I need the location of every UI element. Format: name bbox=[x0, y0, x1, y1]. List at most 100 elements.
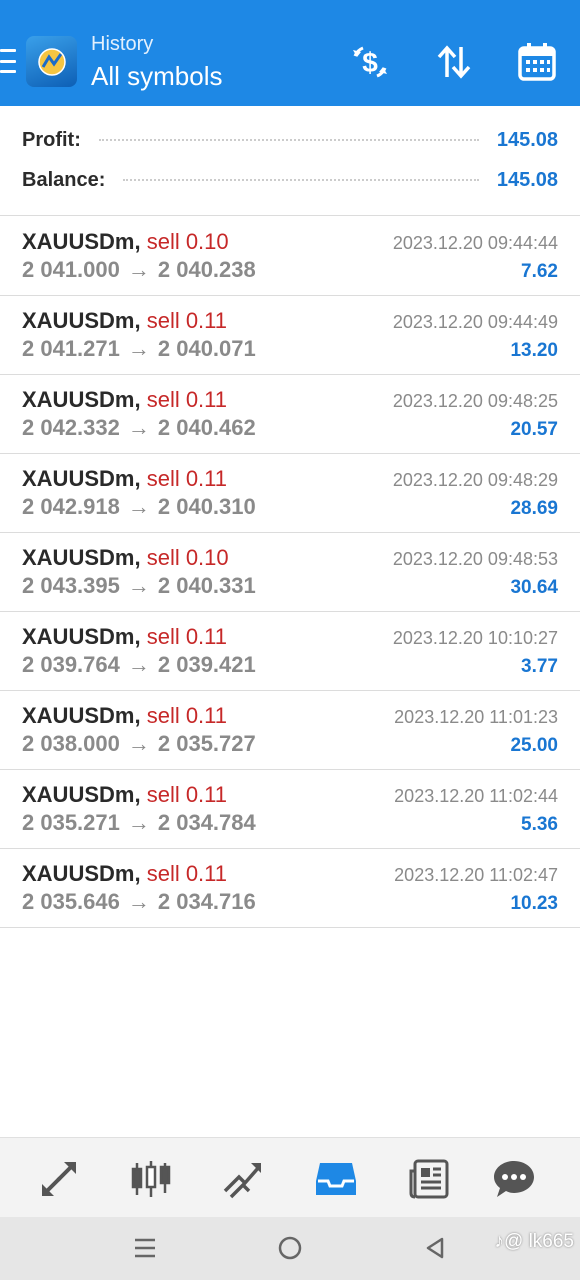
open-price: 2 035.646 bbox=[22, 889, 120, 914]
arrow-icon: → bbox=[127, 810, 150, 835]
deal-row[interactable]: XAUUSDm, sell 0.11 2 038.000 → 2 035.727 2… bbox=[0, 691, 580, 770]
deal-symbol: XAUUSDm, bbox=[22, 545, 141, 570]
deal-time: 2023.12.20 11:02:44 bbox=[394, 786, 558, 806]
close-price: 2 034.716 bbox=[157, 889, 256, 914]
back-icon[interactable] bbox=[420, 1233, 450, 1263]
deal-profit: 3.77 bbox=[521, 656, 558, 677]
close-price: 2 040.071 bbox=[157, 336, 256, 361]
news-icon[interactable] bbox=[406, 1156, 452, 1202]
profit-value: 145.08 bbox=[496, 128, 558, 151]
balance-label: Balance: bbox=[22, 168, 106, 191]
quotes-icon[interactable] bbox=[36, 1156, 82, 1202]
deal-side: sell 0.11 bbox=[146, 466, 228, 491]
arrow-icon: → bbox=[127, 494, 150, 519]
deal-time: 2023.12.20 11:02:47 bbox=[394, 865, 558, 885]
deal-symbol: XAUUSDm, bbox=[22, 387, 141, 412]
close-price: 2 040.462 bbox=[157, 415, 256, 440]
deal-side: sell 0.10 bbox=[146, 545, 229, 570]
deal-profit: 20.57 bbox=[510, 419, 558, 440]
deal-row[interactable]: XAUUSDm, sell 0.10 2 043.395 → 2 040.331 2… bbox=[0, 533, 580, 612]
svg-text:$: $ bbox=[362, 47, 378, 78]
deal-symbol: XAUUSDm, bbox=[22, 308, 141, 333]
open-price: 2 042.918 bbox=[22, 494, 120, 519]
close-price: 2 040.310 bbox=[157, 494, 256, 519]
calendar-icon[interactable] bbox=[515, 40, 559, 84]
arrow-icon: → bbox=[127, 415, 150, 440]
symbol-filter[interactable]: All symbols bbox=[91, 58, 222, 94]
deal-side: sell 0.11 bbox=[146, 624, 228, 649]
arrow-icon: → bbox=[127, 731, 150, 756]
open-price: 2 039.764 bbox=[22, 652, 120, 677]
deal-side: sell 0.11 bbox=[146, 387, 228, 412]
open-price: 2 043.395 bbox=[22, 573, 120, 598]
app-logo-icon bbox=[26, 36, 77, 87]
bottom-navigation bbox=[0, 1137, 580, 1217]
deal-profit: 10.23 bbox=[510, 893, 558, 914]
deal-time: 2023.12.20 09:48:25 bbox=[392, 391, 558, 411]
deal-side: sell 0.11 bbox=[146, 703, 228, 728]
balance-value: 145.08 bbox=[496, 168, 558, 191]
watermark-text: ♪@ lk665 bbox=[494, 1231, 575, 1252]
deal-side: sell 0.11 bbox=[146, 308, 228, 333]
screen-title: History bbox=[91, 33, 154, 55]
close-price: 2 040.238 bbox=[157, 257, 256, 282]
open-price: 2 038.000 bbox=[22, 731, 120, 756]
close-price: 2 039.421 bbox=[157, 652, 256, 677]
arrow-icon: → bbox=[127, 652, 150, 677]
history-icon[interactable] bbox=[313, 1156, 359, 1202]
chart-icon[interactable] bbox=[128, 1156, 174, 1202]
arrow-icon: → bbox=[127, 573, 150, 598]
deal-side: sell 0.11 bbox=[146, 861, 228, 886]
arrow-icon: → bbox=[127, 336, 150, 361]
deal-row[interactable]: XAUUSDm, sell 0.11 2 042.332 → 2 040.462 2… bbox=[0, 375, 580, 454]
arrow-icon: → bbox=[127, 889, 150, 914]
deal-time: 2023.12.20 11:01:23 bbox=[394, 707, 558, 727]
deal-symbol: XAUUSDm, bbox=[22, 229, 141, 254]
dotted-leader bbox=[123, 179, 479, 181]
deal-profit: 25.00 bbox=[510, 735, 558, 756]
close-price: 2 034.784 bbox=[157, 810, 256, 835]
deal-time: 2023.12.20 09:48:29 bbox=[392, 470, 558, 490]
app-screen: History All symbols $ Profit: 145.08 Bal… bbox=[0, 0, 580, 1280]
deal-profit: 30.64 bbox=[510, 577, 558, 598]
balance-row: Balance: 145.08 bbox=[22, 165, 558, 195]
top-bar: History All symbols $ bbox=[0, 0, 580, 106]
deal-time: 2023.12.20 09:44:49 bbox=[392, 312, 558, 332]
close-price: 2 035.727 bbox=[157, 731, 256, 756]
sort-icon[interactable] bbox=[432, 40, 476, 84]
arrow-icon: → bbox=[127, 257, 150, 282]
open-price: 2 035.271 bbox=[22, 810, 120, 835]
deal-profit: 28.69 bbox=[510, 498, 558, 519]
open-price: 2 041.271 bbox=[22, 336, 120, 361]
deal-profit: 7.62 bbox=[521, 261, 558, 282]
deal-symbol: XAUUSDm, bbox=[22, 782, 141, 807]
deal-side: sell 0.10 bbox=[146, 229, 229, 254]
open-price: 2 042.332 bbox=[22, 415, 120, 440]
deposit-withdraw-icon[interactable]: $ bbox=[348, 40, 392, 84]
chat-icon[interactable] bbox=[491, 1156, 537, 1202]
dotted-leader bbox=[98, 139, 479, 141]
deal-row[interactable]: XAUUSDm, sell 0.11 2 041.271 → 2 040.071 2… bbox=[0, 296, 580, 375]
deal-row[interactable]: XAUUSDm, sell 0.11 2 042.918 → 2 040.310 2… bbox=[0, 454, 580, 533]
deal-time: 2023.12.20 09:48:53 bbox=[392, 549, 558, 569]
open-price: 2 041.000 bbox=[22, 257, 120, 282]
history-summary: Profit: 145.08 Balance: 145.08 bbox=[0, 106, 580, 216]
deal-row[interactable]: XAUUSDm, sell 0.11 2 035.646 → 2 034.716 2… bbox=[0, 849, 580, 928]
deal-symbol: XAUUSDm, bbox=[22, 861, 141, 886]
deal-time: 2023.12.20 10:10:27 bbox=[392, 628, 558, 648]
system-navigation-bar: ♪@ lk665 bbox=[0, 1217, 580, 1280]
deal-symbol: XAUUSDm, bbox=[22, 624, 141, 649]
deal-row[interactable]: XAUUSDm, sell 0.11 2 039.764 → 2 039.421 2… bbox=[0, 612, 580, 691]
deal-side: sell 0.11 bbox=[146, 782, 228, 807]
home-icon[interactable] bbox=[275, 1233, 305, 1263]
deal-profit: 5.36 bbox=[521, 814, 558, 835]
trade-icon[interactable] bbox=[220, 1156, 266, 1202]
recent-apps-icon[interactable] bbox=[130, 1233, 160, 1263]
menu-icon[interactable] bbox=[0, 47, 18, 75]
deals-list: XAUUSDm, sell 0.10 2 041.000 → 2 040.238 2… bbox=[0, 217, 580, 928]
profit-row: Profit: 145.08 bbox=[22, 125, 558, 155]
deal-symbol: XAUUSDm, bbox=[22, 466, 141, 491]
deal-symbol: XAUUSDm, bbox=[22, 703, 141, 728]
deal-row[interactable]: XAUUSDm, sell 0.10 2 041.000 → 2 040.238 2… bbox=[0, 217, 580, 296]
deal-row[interactable]: XAUUSDm, sell 0.11 2 035.271 → 2 034.784 2… bbox=[0, 770, 580, 849]
